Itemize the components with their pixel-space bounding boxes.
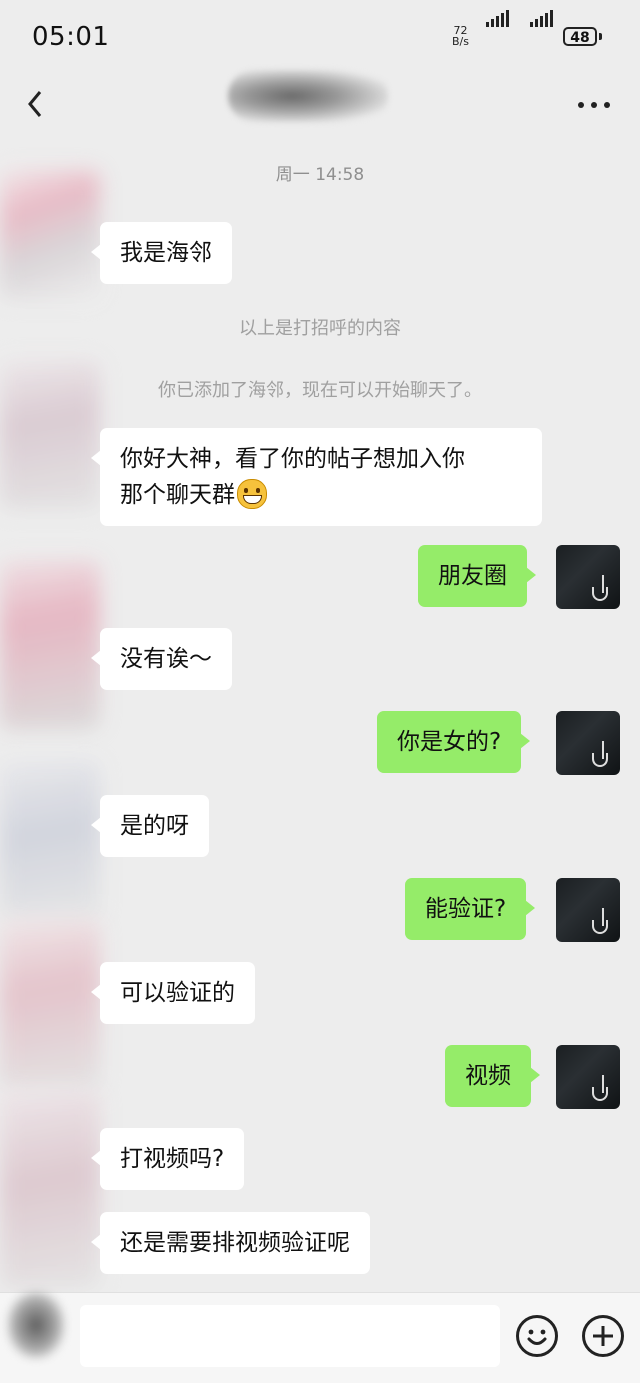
chat-timestamp: 周一 14:58 (275, 165, 365, 185)
message-line-wrap: 那个聊天群 (120, 477, 522, 513)
my-avatar[interactable] (556, 545, 620, 609)
message-incoming[interactable]: 没有诶～ (91, 628, 232, 690)
battery-tip (599, 33, 602, 40)
message-outgoing[interactable]: 你是女的? (377, 711, 531, 773)
contact-avatar-redacted-3 (0, 560, 100, 730)
system-message: 你已添加了海邻，现在可以开始聊天了。 (158, 380, 482, 401)
smiley-icon[interactable] (516, 1315, 558, 1357)
message-outgoing[interactable]: 能验证? (405, 878, 536, 940)
status-time: 05:01 (32, 22, 110, 52)
message-incoming[interactable]: 我是海邻 (91, 222, 232, 284)
message-input[interactable] (80, 1305, 500, 1367)
contact-avatar-redacted-5 (0, 920, 100, 1090)
message-incoming[interactable]: 是的呀 (91, 795, 209, 857)
more-dots-icon[interactable] (578, 102, 612, 110)
system-message: 以上是打招呼的内容 (239, 318, 401, 339)
contact-avatar-redacted-4 (0, 760, 100, 920)
my-avatar[interactable] (556, 1045, 620, 1109)
message-incoming[interactable]: 打视频吗? (90, 1128, 245, 1190)
input-bar (0, 1292, 640, 1383)
network-speed-unit: B/s (452, 35, 469, 48)
voice-toggle-redacted[interactable] (6, 1290, 66, 1360)
chevron-left-icon[interactable] (22, 86, 50, 122)
message-incoming[interactable]: 你好大神，看了你的帖子想加入你 那个聊天群 (91, 428, 542, 526)
battery-icon: 48 (563, 27, 597, 46)
contact-avatar-redacted (0, 170, 100, 300)
contact-avatar-redacted-6 (0, 1090, 100, 1290)
network-speed: 72 B/s (452, 25, 469, 47)
plus-icon[interactable] (582, 1315, 624, 1357)
my-avatar[interactable] (556, 711, 620, 775)
message-line: 你好大神，看了你的帖子想加入你 (120, 446, 465, 472)
message-line: 那个聊天群 (120, 482, 235, 508)
contact-name-redacted (228, 70, 388, 122)
grinning-face-emoji (237, 478, 267, 509)
my-avatar[interactable] (556, 878, 620, 942)
message-incoming[interactable]: 可以验证的 (91, 962, 255, 1024)
message-incoming[interactable]: 还是需要排视频验证呢 (91, 1212, 370, 1274)
message-outgoing[interactable]: 视频 (445, 1045, 540, 1107)
status-bar: 05:01 72 B/s 48 (0, 0, 640, 76)
message-outgoing[interactable]: 朋友圈 (418, 545, 536, 607)
